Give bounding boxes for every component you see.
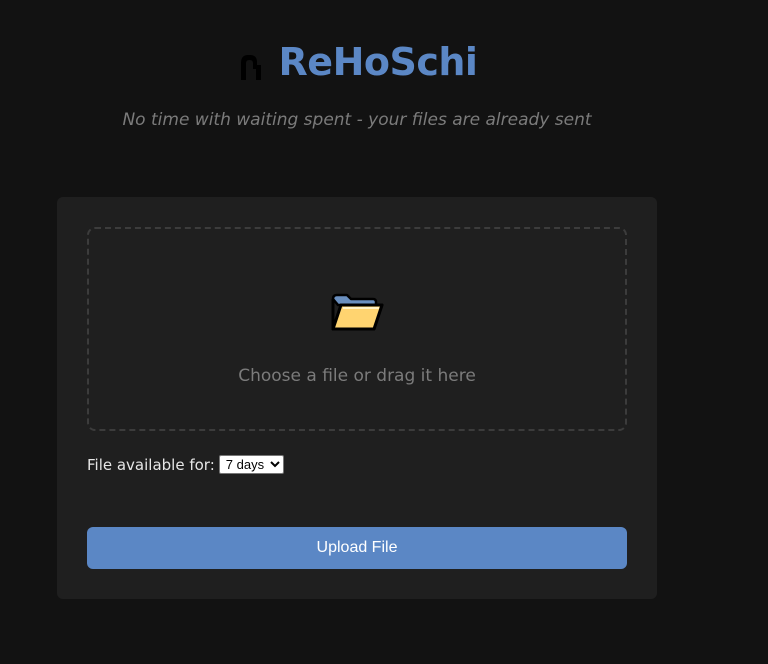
- page: ReHoSchi No time with waiting spent - yo…: [0, 0, 768, 664]
- expiry-select[interactable]: 7 days: [218, 455, 284, 474]
- file-dropzone[interactable]: Choose a file or drag it here: [87, 227, 627, 431]
- expiry-row: File available for: 7 days: [87, 455, 284, 474]
- header: ReHoSchi: [0, 40, 714, 85]
- hanger-hook-icon: [240, 55, 261, 80]
- folder-icon: [331, 293, 384, 331]
- expiry-label: File available for:: [87, 455, 215, 474]
- tagline: No time with waiting spent - your files …: [122, 110, 592, 130]
- app-title: ReHoSchi: [278, 40, 478, 84]
- upload-file-button[interactable]: Upload File: [87, 527, 627, 569]
- upload-card: Choose a file or drag it here File avail…: [57, 197, 657, 599]
- brand: ReHoSchi: [237, 40, 478, 84]
- dropzone-label: Choose a file or drag it here: [238, 366, 476, 386]
